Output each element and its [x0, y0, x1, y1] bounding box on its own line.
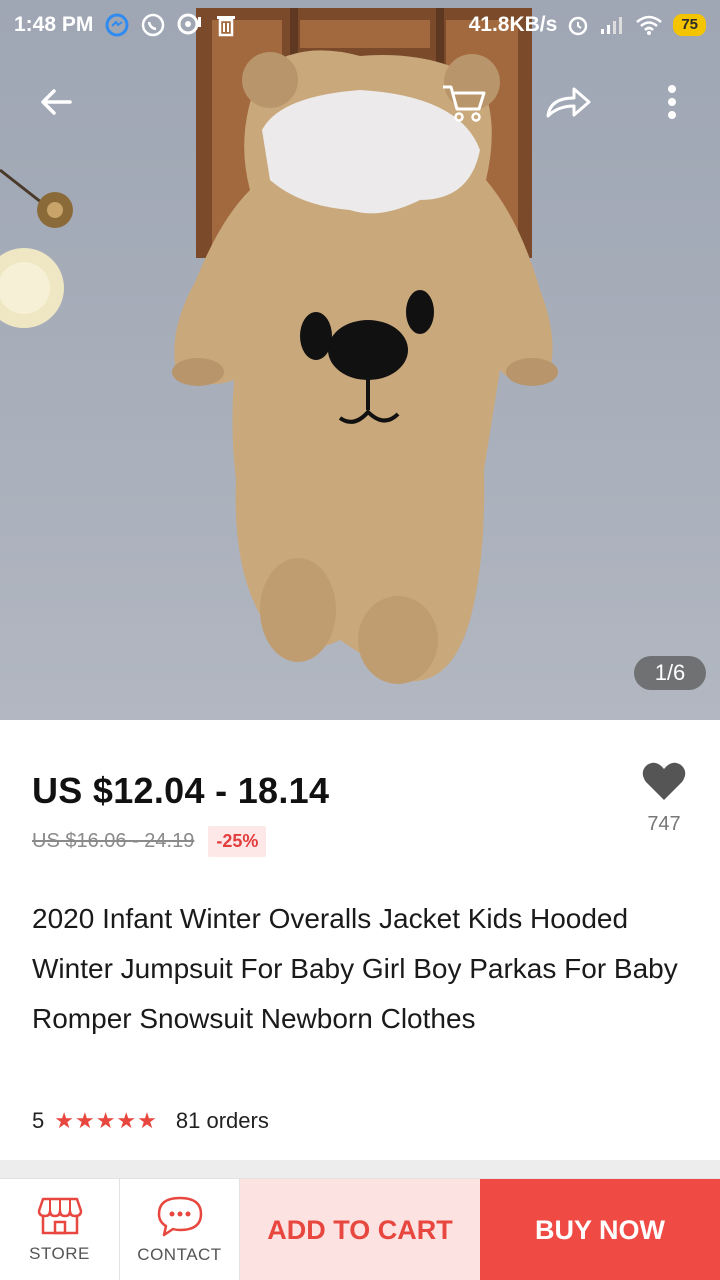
share-button[interactable]	[538, 72, 598, 132]
top-action-bar	[0, 70, 720, 136]
rating-row[interactable]: 5 ★★★★★ 81 orders	[32, 1108, 269, 1134]
image-page-counter: 1/6	[634, 656, 706, 690]
back-arrow-icon	[41, 89, 72, 115]
orders-count: 81 orders	[175, 1108, 269, 1133]
heart-icon	[642, 762, 686, 800]
wifi-icon	[635, 14, 663, 36]
cart-button[interactable]	[434, 72, 494, 132]
status-bar: 1:48 PM 41.8KB/s 75	[0, 0, 720, 50]
product-title: 2020 Infant Winter Overalls Jacket Kids …	[32, 903, 678, 1034]
store-button[interactable]: STORE	[0, 1179, 120, 1280]
more-vertical-icon	[668, 85, 676, 119]
network-speed: 41.8KB/s	[468, 13, 558, 36]
buy-now-button[interactable]: BUY NOW	[480, 1179, 720, 1280]
back-button[interactable]	[26, 72, 86, 132]
bottom-action-bar: STORE CONTACT ADD TO CART BUY NOW	[0, 1178, 720, 1280]
product-price: US $12.04 - 18.14	[32, 770, 330, 811]
discount-badge: -25%	[208, 826, 267, 857]
section-divider	[0, 1160, 720, 1178]
wishlist-count: 747	[647, 813, 681, 835]
store-icon	[37, 1197, 82, 1235]
battery-icon: 75	[673, 14, 706, 36]
status-time: 1:48 PM	[14, 13, 94, 36]
alarm-icon	[567, 14, 589, 36]
chat-bubble-icon	[177, 13, 203, 37]
trash-icon	[215, 13, 237, 37]
more-options-button[interactable]	[642, 72, 702, 132]
add-to-cart-button[interactable]: ADD TO CART	[240, 1179, 480, 1280]
product-detail-screen: 1:48 PM 41.8KB/s 75 1/6 US $12.04 - 18.1…	[0, 0, 720, 1280]
product-image-gallery[interactable]: 1:48 PM 41.8KB/s 75 1/6	[0, 0, 720, 720]
share-icon	[546, 87, 591, 118]
contact-button[interactable]: CONTACT	[120, 1179, 240, 1280]
product-info-section: US $12.04 - 18.14 US $16.06 - 24.19 -25%…	[0, 720, 720, 1160]
messenger-icon	[105, 13, 129, 37]
signal-icon	[599, 15, 625, 35]
cart-icon	[443, 85, 486, 122]
rating-stars: ★★★★★	[54, 1108, 158, 1133]
chat-icon	[157, 1196, 202, 1237]
whatsapp-icon	[141, 13, 165, 37]
rating-value: 5	[32, 1108, 45, 1133]
wishlist-button[interactable]: 747	[636, 760, 692, 836]
contact-label: CONTACT	[137, 1245, 222, 1264]
original-price: US $16.06 - 24.19	[32, 830, 195, 852]
store-label: STORE	[29, 1244, 90, 1263]
original-price-row: US $16.06 - 24.19 -25%	[32, 826, 267, 857]
